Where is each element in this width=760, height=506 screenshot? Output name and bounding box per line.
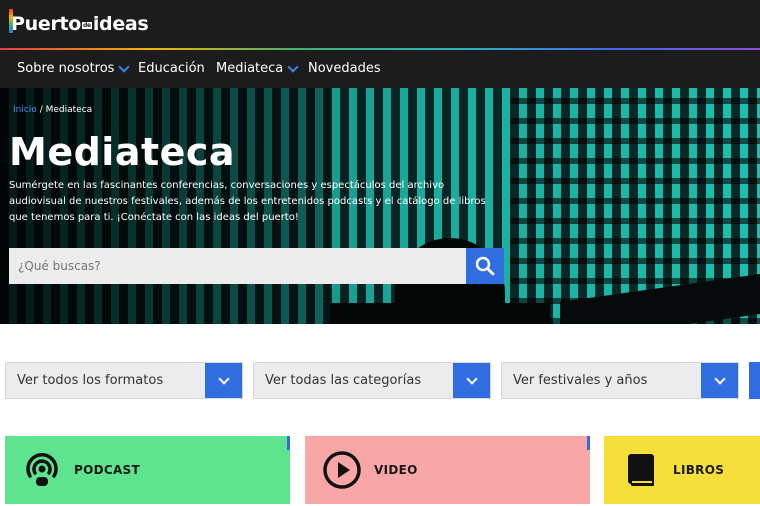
search-bar bbox=[9, 248, 504, 284]
hero-description: Sumérgete en las fascinantes conferencia… bbox=[9, 180, 486, 223]
filter-toggle-button[interactable] bbox=[453, 363, 490, 398]
filter-extra-button-partial[interactable] bbox=[749, 362, 760, 399]
nav-item-educacion[interactable]: Educación bbox=[138, 61, 205, 76]
breadcrumb-current: Mediateca bbox=[45, 105, 93, 115]
filter-toggle-button[interactable] bbox=[701, 363, 738, 398]
breadcrumb: Inicio / Mediateca bbox=[13, 105, 92, 115]
logo-text-de: de bbox=[82, 22, 92, 29]
chevron-down-icon bbox=[118, 60, 131, 73]
category-card-libros[interactable]: LIBROS bbox=[604, 436, 760, 504]
nav-item-label: Sobre nosotros bbox=[17, 61, 115, 76]
main-nav: Sobre nosotros Educación Mediateca Noved… bbox=[0, 50, 760, 88]
chevron-down-icon bbox=[465, 372, 478, 385]
category-label: VIDEO bbox=[374, 463, 418, 477]
logo-text-puerto: Puerto bbox=[11, 13, 82, 35]
nav-item-label: Novedades bbox=[308, 61, 381, 76]
nav-item-label: Mediateca bbox=[216, 61, 284, 76]
chevron-down-icon bbox=[217, 372, 230, 385]
filter-festivals-dropdown[interactable]: Ver festivales y años bbox=[501, 362, 739, 399]
site-logo[interactable]: Puerto de ideas bbox=[9, 9, 149, 35]
book-icon bbox=[621, 450, 661, 490]
podcast-icon bbox=[22, 450, 62, 490]
nav-item-mediateca[interactable]: Mediateca bbox=[216, 60, 299, 76]
card-corner-accent bbox=[587, 436, 590, 450]
search-icon bbox=[475, 256, 495, 276]
filter-formats-dropdown[interactable]: Ver todos los formatos bbox=[5, 362, 243, 399]
search-input[interactable] bbox=[9, 248, 466, 284]
nav-item-sobre-nosotros[interactable]: Sobre nosotros bbox=[17, 60, 131, 76]
chevron-down-icon bbox=[287, 60, 299, 73]
filter-label: Ver todas las categorías bbox=[265, 373, 422, 388]
filter-toggle-button[interactable] bbox=[205, 363, 242, 398]
filter-label: Ver todos los formatos bbox=[17, 373, 164, 388]
breadcrumb-home-link[interactable]: Inicio bbox=[13, 105, 37, 115]
nav-item-label: Educación bbox=[138, 61, 205, 76]
card-corner-accent bbox=[287, 436, 290, 450]
top-bar: Puerto de ideas bbox=[0, 0, 760, 48]
breadcrumb-separator: / bbox=[39, 105, 43, 115]
category-card-podcast[interactable]: PODCAST bbox=[5, 436, 290, 504]
page-title: Mediateca bbox=[9, 130, 236, 174]
speaker-body-silhouette bbox=[330, 303, 550, 324]
filter-label: Ver festivales y años bbox=[513, 373, 648, 388]
search-button[interactable] bbox=[466, 248, 504, 284]
play-icon bbox=[322, 450, 362, 490]
logo-text-ideas: ideas bbox=[92, 13, 149, 35]
filter-categories-dropdown[interactable]: Ver todas las categorías bbox=[253, 362, 491, 399]
category-card-video[interactable]: VIDEO bbox=[305, 436, 590, 504]
logo-accent-bar bbox=[9, 9, 13, 33]
chevron-down-icon bbox=[713, 372, 726, 385]
category-label: PODCAST bbox=[74, 463, 140, 477]
category-label: LIBROS bbox=[673, 463, 725, 477]
nav-item-novedades[interactable]: Novedades bbox=[308, 61, 381, 76]
